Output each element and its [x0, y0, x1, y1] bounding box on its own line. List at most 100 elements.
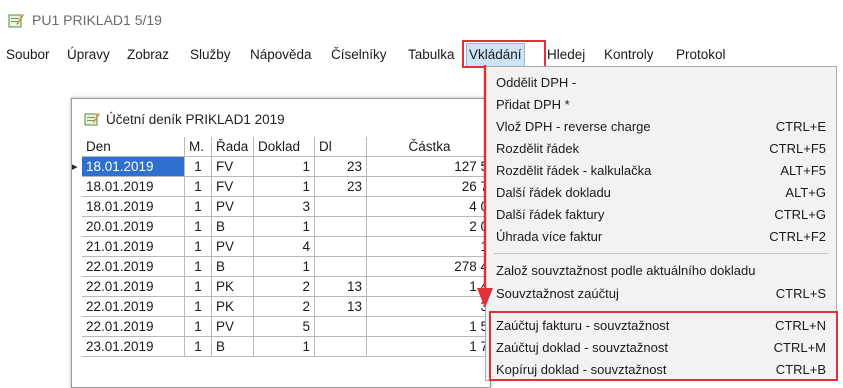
cell-doklad[interactable]: 1 [254, 257, 315, 277]
cell-rada[interactable]: FV [212, 177, 254, 197]
column-header-rada[interactable]: Řada [212, 137, 254, 157]
cell-den[interactable]: 22.01.2019 [82, 297, 185, 317]
table-row[interactable]: 18.01.2019 1 FV 1 23 26 7 [82, 177, 492, 197]
cell-dl[interactable] [315, 317, 367, 337]
cell-dl[interactable] [315, 237, 367, 257]
menu-item-shortcut: CTRL+F5 [769, 141, 826, 156]
cell-doklad[interactable]: 3 [254, 197, 315, 217]
cell-m[interactable]: 1 [185, 337, 212, 357]
cell-dl[interactable] [315, 337, 367, 357]
cell-dl[interactable]: 13 [315, 297, 367, 317]
menu-item-dalsi-radek-dokladu[interactable]: Další řádek dokladu ALT+G [496, 182, 826, 204]
menu-item-rozdelit-radek[interactable]: Rozdělit řádek CTRL+F5 [496, 138, 826, 160]
table-row[interactable]: 18.01.2019 1 PV 3 4 0 [82, 197, 492, 217]
table-row[interactable]: 18.01.2019 1 FV 1 23 127 5 ▸ [72, 157, 492, 177]
cell-m[interactable]: 1 [185, 177, 212, 197]
cell-doklad[interactable]: 5 [254, 317, 315, 337]
ledger-table[interactable]: Den M. Řada Doklad Dl Částka 18.01.2019 1… [72, 137, 492, 387]
cell-den[interactable]: 18.01.2019 [82, 177, 185, 197]
menu-soubor[interactable]: Soubor [6, 44, 50, 66]
cell-rada[interactable]: PV [212, 317, 254, 337]
cell-den[interactable]: 23.01.2019 [82, 337, 185, 357]
table-row[interactable]: 22.01.2019 1 PV 5 1 5 [82, 317, 492, 337]
cell-doklad[interactable]: 1 [254, 177, 315, 197]
cell-rada[interactable]: FV [212, 157, 254, 177]
annotation-arrow-icon [477, 65, 493, 308]
cell-dl[interactable]: 23 [315, 177, 367, 197]
cell-m[interactable]: 1 [185, 197, 212, 217]
cell-rada[interactable]: B [212, 257, 254, 277]
menu-item-label: Rozdělit řádek - kalkulačka [496, 163, 652, 178]
menu-zobraz[interactable]: Zobraz [127, 44, 169, 66]
cell-m[interactable]: 1 [185, 277, 212, 297]
cell-dl[interactable] [315, 197, 367, 217]
cell-rada[interactable]: B [212, 217, 254, 237]
menu-protokol[interactable]: Protokol [676, 44, 726, 66]
cell-dl[interactable]: 13 [315, 277, 367, 297]
menu-item-zaloz-souvztaznost[interactable]: Založ souvztažnost podle aktuálního dokl… [496, 260, 826, 282]
menu-hledej[interactable]: Hledej [547, 44, 585, 66]
menu-item-oddelit-dph[interactable]: Oddělit DPH - [496, 72, 826, 94]
menu-item-vloz-dph-reverse[interactable]: Vlož DPH - reverse charge CTRL+E [496, 116, 826, 138]
ledger-pencil-icon [84, 112, 100, 126]
cell-castka[interactable]: 1 5 [367, 317, 492, 337]
cell-dl[interactable]: 23 [315, 157, 367, 177]
cell-rada[interactable]: PV [212, 197, 254, 217]
cell-doklad[interactable]: 1 [254, 337, 315, 357]
menu-sluzby[interactable]: Služby [190, 44, 231, 66]
column-header-den[interactable]: Den [82, 137, 185, 157]
menu-item-label: Přidat DPH * [496, 97, 570, 112]
menu-ciselniky[interactable]: Číselníky [331, 44, 387, 66]
cell-m[interactable]: 1 [185, 217, 212, 237]
menu-item-shortcut: CTRL+G [774, 207, 826, 222]
column-header-doklad[interactable]: Doklad [254, 137, 315, 157]
table-row[interactable]: 21.01.20191PV41 [82, 237, 492, 257]
ledger-pencil-icon [8, 12, 24, 28]
cell-den[interactable]: 20.01.2019 [82, 217, 185, 237]
app-title-bar: PU1 PRIKLAD1 5/19 [0, 0, 843, 42]
cell-m[interactable]: 1 [185, 157, 212, 177]
column-header-dl[interactable]: Dl [315, 137, 367, 157]
table-row[interactable]: 22.01.2019 1 PK 2 13 1 4 [82, 277, 492, 297]
table-row[interactable]: 22.01.20191PK2133 [82, 297, 492, 317]
cell-rada[interactable]: PK [212, 297, 254, 317]
menu-upravy[interactable]: Úpravy [67, 44, 110, 66]
cell-den[interactable]: 22.01.2019 [82, 317, 185, 337]
menu-item-rozdelit-radek-kalkulacka[interactable]: Rozdělit řádek - kalkulačka ALT+F5 [496, 160, 826, 182]
menu-item-pridat-dph[interactable]: Přidat DPH * [496, 94, 826, 116]
menu-napoveda[interactable]: Nápověda [250, 44, 312, 66]
table-row[interactable]: 22.01.2019 1 B 1 278 4 [82, 257, 492, 277]
menu-item-label: Oddělit DPH - [496, 75, 577, 90]
table-row[interactable]: 23.01.2019 1 B 1 1 7 [82, 337, 492, 357]
cell-doklad[interactable]: 1 [254, 157, 315, 177]
cell-den[interactable]: 21.01.2019 [82, 237, 185, 257]
column-header-m[interactable]: M. [185, 137, 212, 157]
cell-doklad[interactable]: 2 [254, 277, 315, 297]
menu-item-uhrada-vice-faktur[interactable]: Úhrada více faktur CTRL+F2 [496, 226, 826, 248]
cell-doklad[interactable]: 1 [254, 217, 315, 237]
ledger-window-title-bar: Účetní deník PRIKLAD1 2019 [72, 99, 490, 135]
cell-dl[interactable] [315, 257, 367, 277]
cell-den[interactable]: 18.01.2019 [82, 197, 185, 217]
app-title: PU1 PRIKLAD1 5/19 [32, 12, 162, 28]
table-row[interactable]: 20.01.2019 1 B 1 2 0 [82, 217, 492, 237]
menu-tabulka[interactable]: Tabulka [408, 44, 455, 66]
cell-rada[interactable]: PV [212, 237, 254, 257]
cell-dl[interactable] [315, 217, 367, 237]
cell-rada[interactable]: B [212, 337, 254, 357]
cell-m[interactable]: 1 [185, 257, 212, 277]
cell-den[interactable]: 18.01.2019 [82, 157, 185, 177]
cell-m[interactable]: 1 [185, 317, 212, 337]
cell-rada[interactable]: PK [212, 277, 254, 297]
cell-den[interactable]: 22.01.2019 [82, 277, 185, 297]
menu-item-souvztaznost-zauctuj[interactable]: Souvztažnost zaúčtuj CTRL+S [496, 283, 826, 305]
cell-doklad[interactable]: 4 [254, 237, 315, 257]
cell-m[interactable]: 1 [185, 297, 212, 317]
cell-m[interactable]: 1 [185, 237, 212, 257]
menu-kontroly[interactable]: Kontroly [604, 44, 654, 66]
menu-item-dalsi-radek-faktury[interactable]: Další řádek faktury CTRL+G [496, 204, 826, 226]
cell-castka[interactable]: 1 7 [367, 337, 492, 357]
ledger-window-title: Účetní deník PRIKLAD1 2019 [106, 112, 285, 127]
cell-doklad[interactable]: 2 [254, 297, 315, 317]
cell-den[interactable]: 22.01.2019 [82, 257, 185, 277]
